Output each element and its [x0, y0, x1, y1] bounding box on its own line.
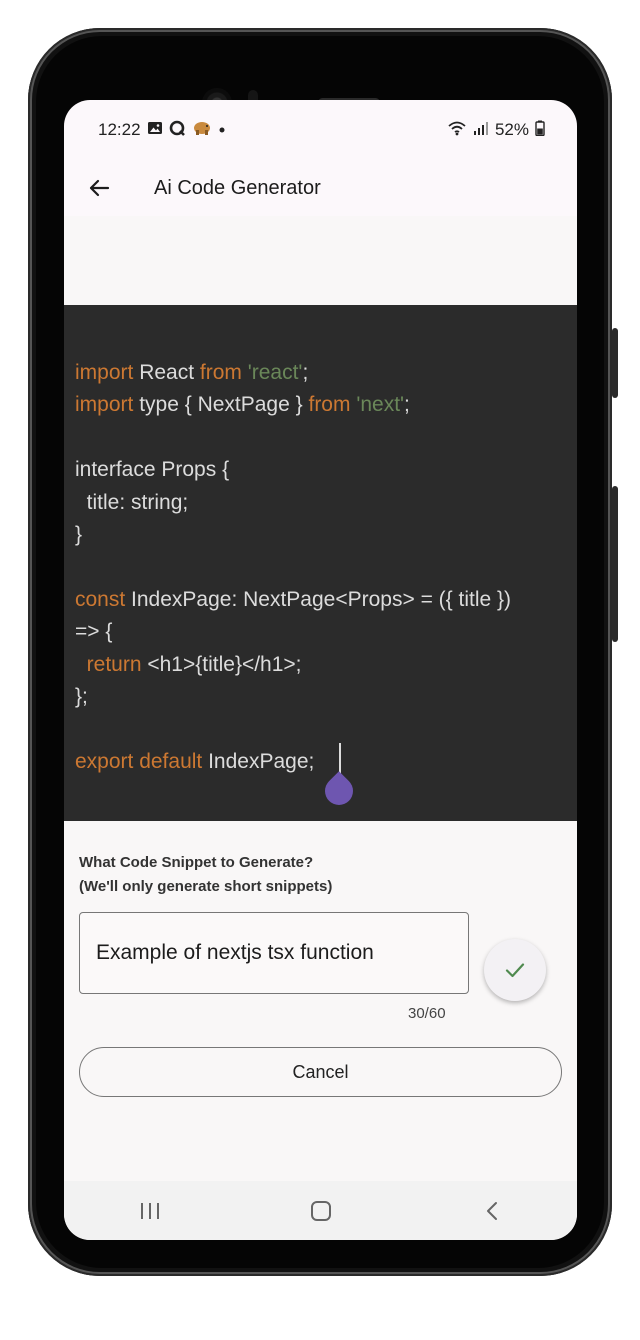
power-button: [612, 486, 618, 642]
code-text: => {: [75, 620, 113, 644]
search-app-icon: [169, 120, 186, 141]
character-counter: 30/60: [408, 1005, 446, 1022]
status-right: 52%: [447, 120, 545, 140]
code-string: 'react': [247, 361, 303, 384]
code-line: };: [75, 681, 566, 713]
code-text: title: string;: [75, 490, 189, 514]
system-nav-bar: [64, 1181, 577, 1240]
code-line: => {: [75, 616, 566, 648]
code-line: interface Props {: [75, 454, 566, 486]
text-caret: [339, 743, 341, 775]
phone-screen: 12:22 52% Ai Code Generator import React…: [64, 100, 577, 1240]
status-time: 12:22: [98, 120, 141, 139]
code-line: import type { NextPage } from 'next';: [75, 389, 566, 421]
status-bar: 12:22 52%: [64, 100, 577, 160]
code-line: export default IndexPage;: [75, 746, 566, 778]
battery-icon: [535, 120, 545, 140]
cancel-button[interactable]: Cancel: [79, 1047, 562, 1097]
code-keyword: const: [75, 587, 126, 611]
snippet-input[interactable]: [94, 940, 454, 966]
code-line: const IndexPage: NextPage<Props> = ({ ti…: [75, 584, 566, 616]
code-text: interface Props {: [75, 458, 230, 482]
code-text: ;: [302, 361, 309, 384]
wifi-icon: [447, 120, 467, 140]
code-line: title: string;: [75, 487, 566, 519]
mastodon-icon: [192, 120, 212, 140]
page-title: Ai Code Generator: [154, 176, 321, 199]
prompt-form: What Code Snippet to Generate? (We'll on…: [64, 821, 577, 1181]
prompt-label-line2: (We'll only generate short snippets): [79, 878, 333, 895]
code-text: IndexPage;: [202, 749, 315, 773]
code-keyword: import: [75, 393, 134, 417]
code-text: type { NextPage }: [133, 393, 309, 417]
back-button[interactable]: [64, 160, 134, 216]
code-keyword: from: [308, 393, 351, 417]
code-keyword: return: [86, 652, 142, 676]
code-line: import React from 'react';: [75, 357, 566, 389]
code-text: ;: [404, 393, 410, 417]
header-spacer: [64, 216, 577, 306]
code-string: 'next': [356, 393, 405, 417]
arrow-left-icon: [89, 179, 110, 197]
snippet-input-field[interactable]: [79, 912, 469, 994]
signal-icon: [473, 120, 489, 140]
battery-percent: 52%: [494, 120, 529, 139]
confirm-button[interactable]: [484, 939, 546, 1001]
recent-apps-icon[interactable]: [120, 1191, 180, 1231]
status-left: 12:22: [98, 120, 226, 141]
code-line: }: [75, 519, 566, 551]
code-text: React: [133, 361, 200, 384]
code-text: };: [75, 684, 88, 708]
code-editor[interactable]: import React from 'react'; import type { …: [64, 305, 577, 821]
code-keyword: import: [75, 361, 134, 384]
code-line: return <h1>{title}</h1>;: [75, 649, 566, 681]
prompt-label: What Code Snippet to Generate? (We'll on…: [79, 851, 499, 899]
image-icon: [147, 120, 163, 140]
code-keyword: export default: [75, 749, 203, 773]
home-icon[interactable]: [291, 1191, 351, 1231]
volume-button: [612, 328, 618, 398]
back-nav-icon[interactable]: [462, 1191, 522, 1231]
app-bar: Ai Code Generator: [64, 160, 577, 216]
code-text: IndexPage: NextPage<Props> = ({ title }): [125, 587, 512, 611]
dot-icon: [218, 122, 226, 138]
code-text: <h1>{title}</h1>;: [141, 652, 302, 676]
prompt-label-line1: What Code Snippet to Generate?: [79, 854, 314, 871]
check-icon: [505, 963, 525, 978]
code-text: }: [75, 522, 83, 546]
code-keyword: from: [199, 361, 242, 384]
